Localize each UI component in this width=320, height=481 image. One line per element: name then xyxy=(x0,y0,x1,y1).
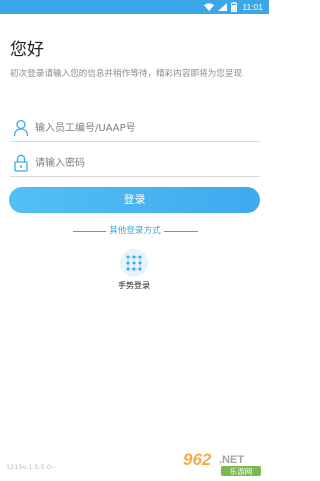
password-field[interactable] xyxy=(10,150,260,177)
status-icons: 11:01 xyxy=(204,1,263,13)
gesture-login-button[interactable] xyxy=(120,249,148,277)
login-button[interactable]: 登录 xyxy=(9,187,260,213)
gesture-login-label[interactable]: 手势登录 xyxy=(104,281,164,291)
status-time: 11:01 xyxy=(242,2,263,12)
lock-icon xyxy=(13,154,29,172)
greeting-title: 您好 xyxy=(10,40,44,60)
status-bar: 11:01 xyxy=(0,0,269,14)
greeting-subtitle: 初次登录请输入您的信息并稍作等待，精彩内容即将为您呈现 xyxy=(10,69,243,79)
battery-icon xyxy=(231,2,238,12)
other-login-title: 其他登录方式 xyxy=(109,226,161,236)
user-icon xyxy=(13,119,29,137)
signal-icon xyxy=(218,3,228,11)
watermark-logo: 962 .NET 乐游网 xyxy=(181,449,265,477)
divider-line-right xyxy=(164,231,198,232)
password-input[interactable] xyxy=(35,152,255,174)
version-text: 1215v:1.5.5.0-- xyxy=(6,463,56,471)
svg-text:乐游网: 乐游网 xyxy=(230,466,253,476)
employee-id-field[interactable] xyxy=(10,115,260,142)
svg-text:962: 962 xyxy=(183,450,212,469)
other-login-divider: 其他登录方式 xyxy=(0,225,269,237)
svg-text:.NET: .NET xyxy=(219,454,244,466)
employee-id-input[interactable] xyxy=(35,117,255,139)
wifi-icon xyxy=(204,3,215,11)
divider-line-left xyxy=(73,231,106,232)
